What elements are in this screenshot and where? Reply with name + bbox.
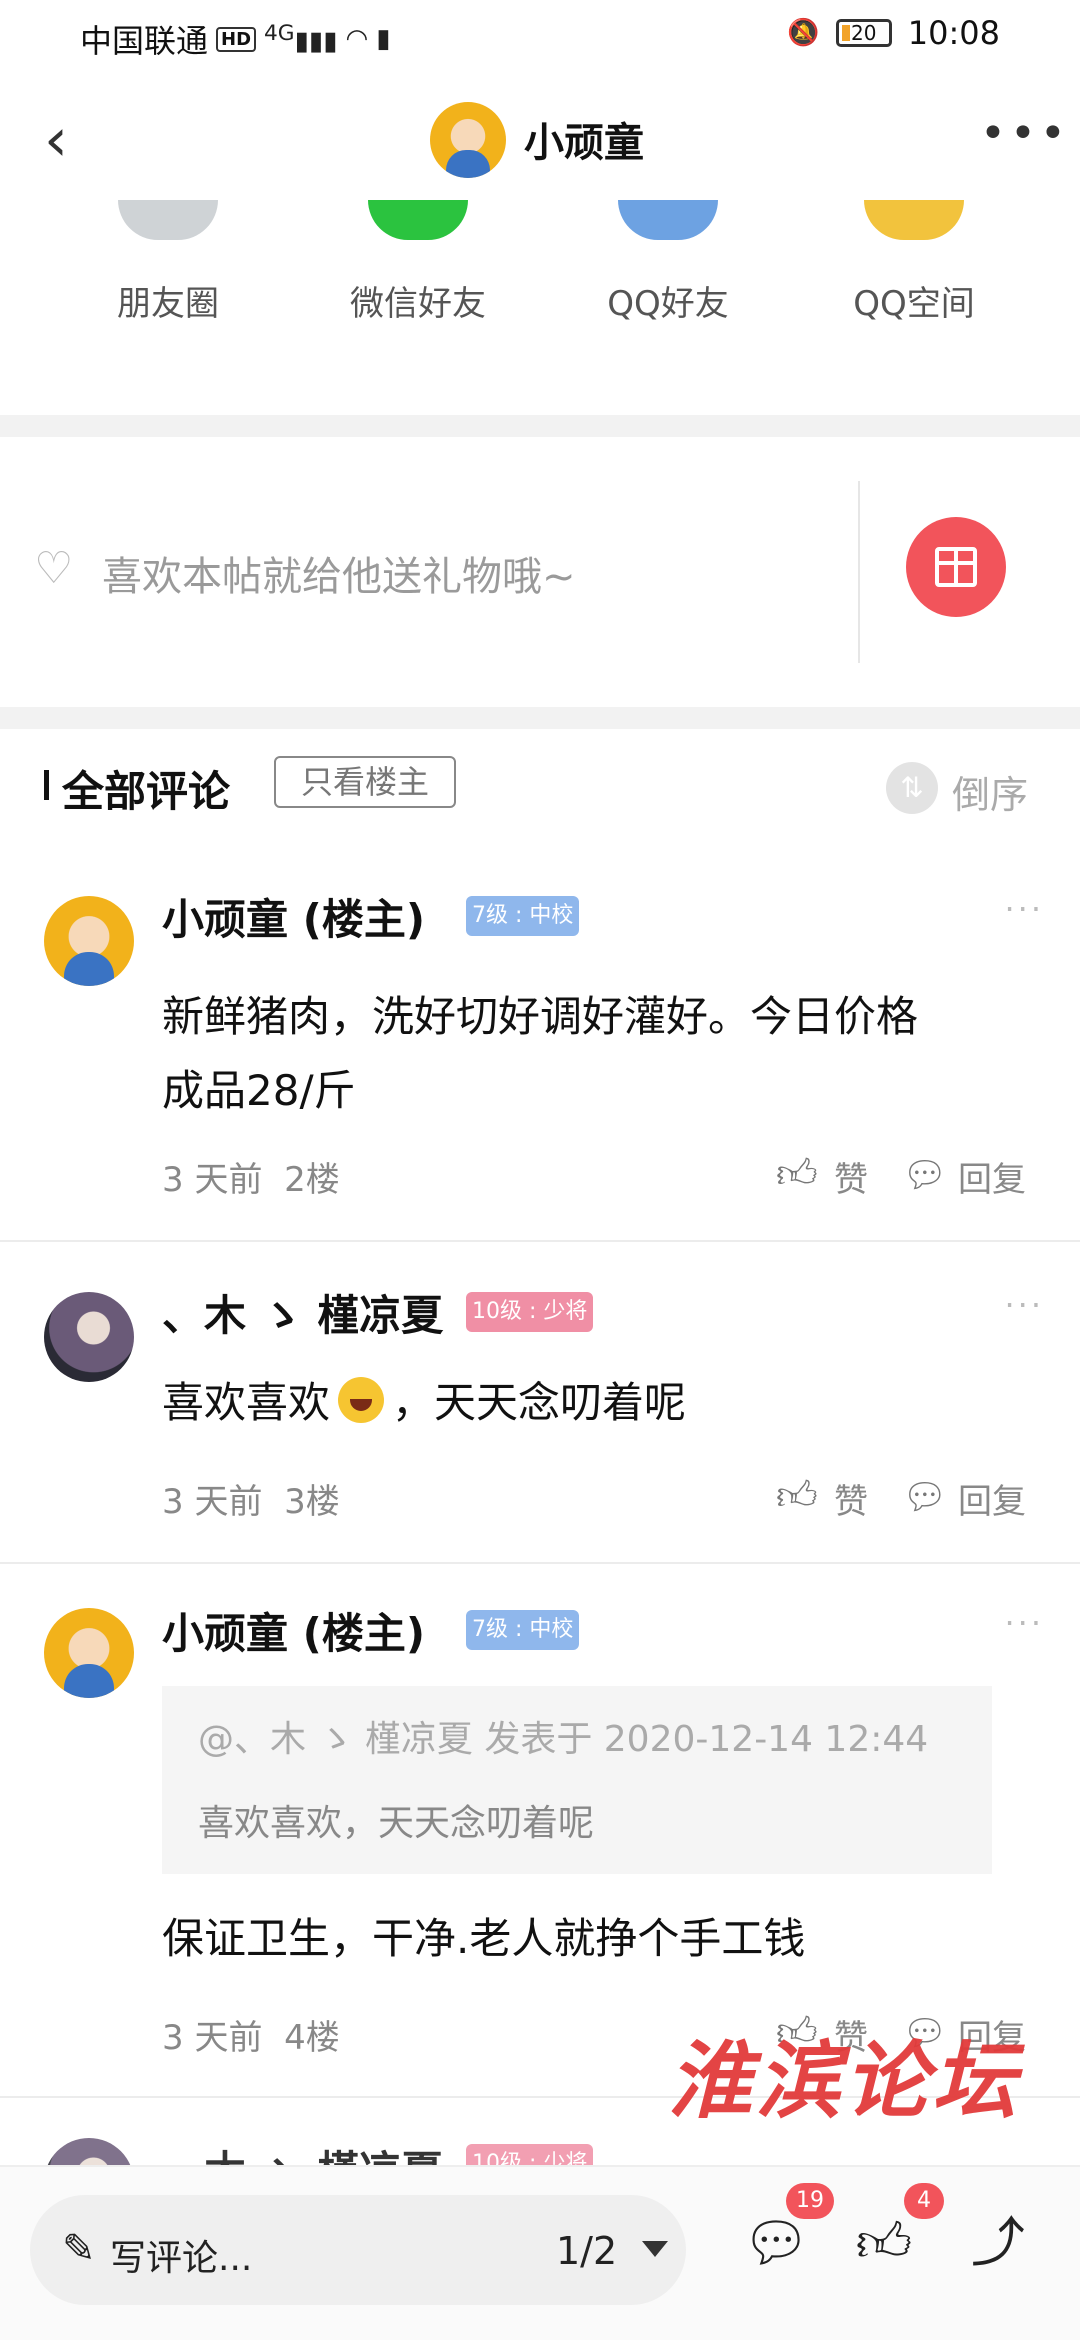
top-nav: ‹ 小顽童 ••• <box>0 90 1080 200</box>
reply-bubble-icon[interactable]: 💬︎ <box>902 1154 948 1198</box>
reply-bubble-icon[interactable]: 💬︎ <box>902 1476 948 1520</box>
share-label: 微信好友 <box>350 284 486 324</box>
comment-floor: 4楼 <box>284 2018 340 2058</box>
like-count-badge: 4 <box>904 2183 944 2219</box>
section-divider <box>0 415 1080 437</box>
comment-body: 新鲜猪肉，洗好切好调好灌好。今日价格 成品28/斤 <box>162 980 1042 1128</box>
comment-meta: 3 天前 2楼 <box>162 1152 340 1201</box>
divider <box>858 481 860 663</box>
comment-author[interactable]: 、木 ゝ 槿凉夏 <box>162 1282 443 1343</box>
comment-item: 、木 ゝ 槿凉夏 10级 : 少将 ··· 喜欢喜欢 ，天天念叨着呢 3 天前 3… <box>0 1242 1080 1564</box>
comment-author[interactable]: 、木 ゝ 槿凉夏 <box>162 2138 443 2168</box>
wifi-icon: ◠ <box>345 24 369 54</box>
page-indicator[interactable]: 1/2 <box>556 2229 617 2273</box>
section-divider <box>0 707 1080 729</box>
status-left: 中国联通 HD 4G▮▮▮ ◠ ▮ <box>80 16 391 62</box>
title-accent-bar <box>44 770 49 800</box>
comment-text: ，天天念叨着呢 <box>392 1378 687 1427</box>
comment-placeholder: 写评论... <box>110 2238 253 2279</box>
share-icon[interactable]: ⤴ <box>968 2213 1028 2273</box>
mute-bell-icon: 🔕 <box>787 18 820 48</box>
status-bar: 中国联通 HD 4G▮▮▮ ◠ ▮ 🔕 20 10:08 <box>0 0 1080 70</box>
wechat-icon <box>368 200 468 240</box>
clock: 10:08 <box>907 14 1000 52</box>
comment-count-badge: 19 <box>786 2183 834 2219</box>
like-button[interactable]: 赞 <box>834 1474 868 1523</box>
reply-button[interactable]: 回复 <box>958 1474 1026 1523</box>
qzone-icon <box>864 200 964 240</box>
comment-item: 、木 ゝ 槿凉夏 10级 : 少将 <box>0 2128 1080 2168</box>
comment-time: 3 天前 <box>162 1160 263 1200</box>
more-horizontal-icon[interactable]: ··· <box>1004 1286 1044 1324</box>
avatar[interactable] <box>430 102 506 178</box>
share-label: QQ空间 <box>853 284 975 324</box>
more-horizontal-icon[interactable]: ··· <box>1004 1604 1044 1642</box>
heart-outline-icon[interactable]: ♡ <box>34 547 82 591</box>
more-horizontal-icon[interactable]: ··· <box>1004 890 1044 928</box>
reply-button[interactable]: 回复 <box>958 1152 1026 1201</box>
comment-floor: 3楼 <box>284 1482 340 1522</box>
quote-text: 喜欢喜欢，天天念叨着呢 <box>198 1803 595 1844</box>
comments-header: 全部评论 只看楼主 ⇅ 倒序 <box>0 730 1080 840</box>
caret-down-icon[interactable] <box>642 2241 668 2257</box>
comment-body: 喜欢喜欢 ，天天念叨着呢 <box>162 1366 1042 1440</box>
avatar[interactable] <box>44 896 134 986</box>
share-row: 朋友圈 微信好友 QQ好友 QQ空间 <box>0 200 1080 415</box>
gift-button[interactable] <box>906 517 1006 617</box>
quote-header: @、木 ゝ 槿凉夏 发表于 2020-12-14 12:44 <box>198 1719 929 1760</box>
avatar[interactable] <box>44 1292 134 1382</box>
comment-floor: 2楼 <box>284 1160 340 1200</box>
comment-time: 3 天前 <box>162 1482 263 1522</box>
share-label: 朋友圈 <box>117 284 219 324</box>
comment-meta: 3 天前 3楼 <box>162 1474 340 1523</box>
comment-author[interactable]: 小顽童 (楼主) <box>162 886 425 947</box>
carrier-label: 中国联通 <box>80 22 209 60</box>
thumbs-up-icon[interactable]: 👍︎ <box>854 2213 914 2273</box>
bottom-bar: ✎ 写评论... 1/2 💬︎ 19 👍︎ 4 ⤴ <box>0 2165 1080 2340</box>
sort-button[interactable]: 倒序 <box>952 764 1028 819</box>
level-badge: 7级 : 中校 <box>466 896 580 936</box>
network-type: 4G <box>264 21 295 47</box>
comment-text-line: 成品28/斤 <box>162 1066 356 1115</box>
alert-icon: ▮ <box>376 24 391 54</box>
status-right: 🔕 20 10:08 <box>787 14 1000 52</box>
battery-level: 20 <box>851 21 877 45</box>
avatar[interactable] <box>44 1608 134 1698</box>
comment-input[interactable]: ✎ 写评论... 1/2 <box>30 2195 686 2305</box>
comment-text: 喜欢喜欢 <box>162 1378 331 1427</box>
avatar[interactable] <box>44 2138 134 2168</box>
sort-icon[interactable]: ⇅ <box>886 762 938 814</box>
only-op-button[interactable]: 只看楼主 <box>274 756 456 808</box>
quoted-comment: @、木 ゝ 槿凉夏 发表于 2020-12-14 12:44 喜欢喜欢，天天念叨… <box>162 1686 992 1874</box>
qq-icon <box>618 200 718 240</box>
signal-icon: 4G▮▮▮ <box>264 21 338 57</box>
level-badge: 7级 : 中校 <box>466 1610 580 1650</box>
gift-prompt: 喜欢本帖就给他送礼物哦~ <box>102 554 576 600</box>
thumbs-up-icon[interactable]: 👍︎ <box>776 1152 820 1196</box>
comment-time: 3 天前 <box>162 2018 263 2058</box>
chevron-left-icon[interactable]: ‹ <box>26 110 86 170</box>
comment-meta: 3 天前 4楼 <box>162 2010 340 2059</box>
more-horizontal-icon[interactable]: ••• <box>980 112 1066 164</box>
forum-watermark: 淮滨论坛 <box>668 2031 1021 2130</box>
hd-icon: HD <box>216 26 257 52</box>
like-button[interactable]: 赞 <box>834 1152 868 1201</box>
laughing-emoji-icon <box>338 1377 385 1423</box>
comment-author[interactable]: 小顽童 (楼主) <box>162 1600 425 1661</box>
thumbs-up-icon[interactable]: 👍︎ <box>776 1474 820 1518</box>
battery-icon: 20 <box>835 19 892 47</box>
comment-bubble-icon[interactable]: 💬︎ <box>742 2213 811 2273</box>
gift-row: ♡ 喜欢本帖就给他送礼物哦~ <box>0 437 1080 707</box>
moments-icon <box>118 200 218 240</box>
gift-icon <box>935 547 977 587</box>
comment-item: 小顽童 (楼主) 7级 : 中校 ··· 新鲜猪肉，洗好切好调好灌好。今日价格 … <box>0 870 1080 1242</box>
pen-icon: ✎ <box>62 2226 96 2272</box>
page-title: 小顽童 <box>524 120 644 166</box>
share-label: QQ好友 <box>607 284 729 324</box>
comment-body: 保证卫生，干净.老人就挣个手工钱 <box>162 1914 806 1963</box>
level-badge: 10级 : 少将 <box>466 1292 594 1332</box>
comments-title: 全部评论 <box>62 767 231 816</box>
comment-text-line: 新鲜猪肉，洗好切好调好灌好。今日价格 <box>162 992 919 1041</box>
